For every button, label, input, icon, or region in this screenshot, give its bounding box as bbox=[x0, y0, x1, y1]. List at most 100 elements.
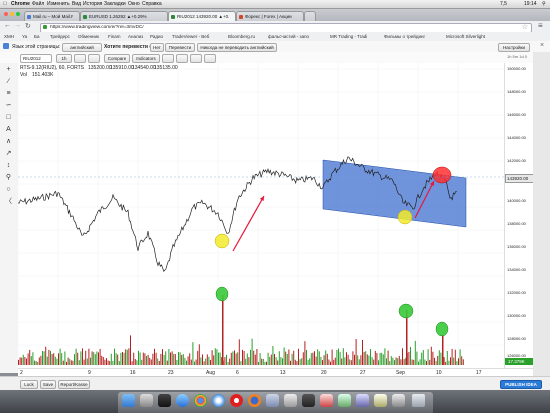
wrench-icon[interactable]: ≡ bbox=[538, 21, 543, 30]
candles-button[interactable] bbox=[88, 54, 100, 63]
no-button[interactable]: Нет bbox=[150, 43, 164, 52]
lock-drawings-icon[interactable]: ○ bbox=[4, 185, 13, 194]
bookmark-item[interactable]: Ya bbox=[22, 34, 27, 39]
menu-file[interactable]: Файл bbox=[32, 1, 44, 7]
volume-bar bbox=[155, 352, 157, 365]
star-icon[interactable]: ☆ bbox=[522, 23, 528, 31]
timeframe-buttons[interactable]: 1h 5m 1d 0 bbox=[507, 54, 527, 59]
menu-help[interactable]: Справка bbox=[142, 1, 162, 7]
undo-button[interactable] bbox=[162, 54, 174, 63]
bookmark-item[interactable]: Finam bbox=[108, 34, 121, 39]
indicators-button[interactable]: Indicators bbox=[132, 54, 160, 63]
app-icon[interactable] bbox=[374, 394, 387, 407]
fullscreen-button[interactable] bbox=[190, 54, 202, 63]
lock-button[interactable]: Lock bbox=[20, 380, 38, 389]
zoom-icon[interactable]: ⚲ bbox=[4, 173, 13, 182]
app-icon[interactable] bbox=[320, 394, 333, 407]
current-price-tag: 143920.00 bbox=[505, 174, 536, 183]
firefox-icon[interactable] bbox=[248, 394, 261, 407]
bookmark-item[interactable]: XMH bbox=[4, 34, 14, 39]
pattern-icon[interactable]: ∧ bbox=[4, 137, 13, 146]
bookmark-item[interactable]: фальсчастий - запо bbox=[268, 34, 309, 39]
price-scale[interactable]: 150000.00 148000.00 146000.00 144000.00 … bbox=[504, 54, 536, 368]
never-translate-button[interactable]: Никогда не переводить английский bbox=[197, 43, 277, 52]
bookmark-item[interactable]: Анализ bbox=[128, 34, 143, 39]
bookmark-item[interactable]: Радио bbox=[150, 34, 163, 39]
text-icon[interactable]: A bbox=[4, 125, 13, 134]
safari-icon[interactable] bbox=[212, 394, 225, 407]
bar-style-button[interactable] bbox=[74, 54, 86, 63]
interval-select[interactable]: 1h bbox=[56, 54, 72, 63]
volume-bar bbox=[378, 360, 379, 365]
volume-bar bbox=[326, 353, 328, 365]
compare-button[interactable]: Compare bbox=[104, 54, 130, 63]
opera-icon[interactable] bbox=[230, 394, 243, 407]
volume-bar bbox=[443, 357, 445, 365]
back-icon[interactable]: ← bbox=[4, 22, 11, 29]
bookmark-item[interactable]: TradeViewer - Веб bbox=[172, 34, 209, 39]
volume-bar bbox=[66, 361, 67, 365]
menu-view[interactable]: Вид bbox=[72, 1, 81, 7]
trend-line-icon[interactable]: ∕ bbox=[4, 77, 13, 86]
volume-bar bbox=[219, 352, 221, 365]
bookmark-item[interactable]: Фильмы о трейдинг bbox=[384, 34, 425, 39]
finder-icon[interactable] bbox=[122, 394, 135, 407]
menu-history[interactable]: История bbox=[83, 1, 102, 7]
screenshot-button[interactable] bbox=[204, 54, 216, 63]
volume-bar bbox=[299, 359, 301, 365]
minimize-window-icon[interactable] bbox=[10, 12, 14, 16]
menu-bookmarks[interactable]: Закладки bbox=[104, 1, 126, 7]
fib-icon[interactable]: ≡ bbox=[4, 89, 13, 98]
settings-button[interactable]: Настройки bbox=[498, 43, 530, 52]
redo-button[interactable] bbox=[176, 54, 188, 63]
menu-chrome[interactable]: Chrome bbox=[11, 1, 30, 7]
forward-icon[interactable]: → bbox=[14, 22, 21, 29]
volume-bar bbox=[250, 349, 251, 365]
bookmark-item[interactable]: Bloomberg.ru bbox=[228, 34, 255, 39]
terminal-icon[interactable] bbox=[302, 394, 315, 407]
menu-window[interactable]: Окно bbox=[128, 1, 140, 7]
rectangle-icon[interactable]: □ bbox=[4, 113, 13, 122]
volume-bar bbox=[234, 350, 235, 365]
photos-icon[interactable] bbox=[284, 394, 297, 407]
app-icon[interactable] bbox=[338, 394, 351, 407]
bookmark-item[interactable]: Обменник bbox=[78, 34, 99, 39]
trash-icon[interactable]: 〈 bbox=[4, 197, 13, 206]
save-button[interactable]: Save bbox=[40, 380, 56, 389]
chrome-icon[interactable] bbox=[194, 394, 207, 407]
cursor-icon[interactable]: + bbox=[4, 65, 13, 74]
language-select[interactable]: английский bbox=[62, 43, 102, 52]
trash-bin-icon[interactable] bbox=[412, 394, 425, 407]
translate-button[interactable]: Перевести bbox=[165, 43, 195, 52]
brush-icon[interactable]: ∽ bbox=[4, 101, 13, 110]
volume-bar bbox=[285, 351, 287, 365]
app-store-icon[interactable] bbox=[176, 394, 189, 407]
bookmark-item[interactable]: Microsoft Silverlight bbox=[446, 34, 485, 39]
close-icon[interactable]: × bbox=[540, 42, 544, 49]
spotlight-icon[interactable]: ⚲ bbox=[542, 1, 546, 7]
chart-area[interactable]: RTS-9.12(RIU2), 60, FORTS 135200.00 1359… bbox=[18, 63, 504, 368]
reload-icon[interactable]: ↻ bbox=[25, 22, 31, 30]
volume-bar bbox=[163, 354, 165, 365]
publish-idea-button[interactable]: PUBLISH IDEA bbox=[500, 380, 542, 389]
bookmark-item[interactable]: Трейдерс bbox=[50, 34, 70, 39]
volume-bar bbox=[349, 359, 351, 365]
measure-icon[interactable]: ↕ bbox=[4, 161, 13, 170]
close-window-icon[interactable] bbox=[4, 12, 8, 16]
app-icon[interactable] bbox=[356, 394, 369, 407]
price-label: 148000.00 bbox=[507, 89, 526, 94]
downloads-icon[interactable] bbox=[392, 394, 405, 407]
apple-icon[interactable]:  bbox=[3, 1, 7, 7]
menu-edit[interactable]: Изменить bbox=[47, 1, 70, 7]
url-input[interactable]: https://www.tradingview.com/e/?rel=3mvDC… bbox=[40, 22, 532, 33]
launchpad-icon[interactable] bbox=[140, 394, 153, 407]
zoom-window-icon[interactable] bbox=[16, 12, 20, 16]
arrow-icon[interactable]: ↗ bbox=[4, 149, 13, 158]
mission-control-icon[interactable] bbox=[158, 394, 171, 407]
price-chart[interactable] bbox=[18, 63, 504, 368]
bookmark-item[interactable]: MR Trading - Tradi bbox=[330, 34, 367, 39]
report-button[interactable]: Report/Kasse bbox=[58, 380, 90, 389]
symbol-input[interactable]: RIU2012 bbox=[20, 54, 52, 63]
itunes-icon[interactable] bbox=[266, 394, 279, 407]
bookmark-item[interactable]: Ба bbox=[34, 34, 39, 39]
